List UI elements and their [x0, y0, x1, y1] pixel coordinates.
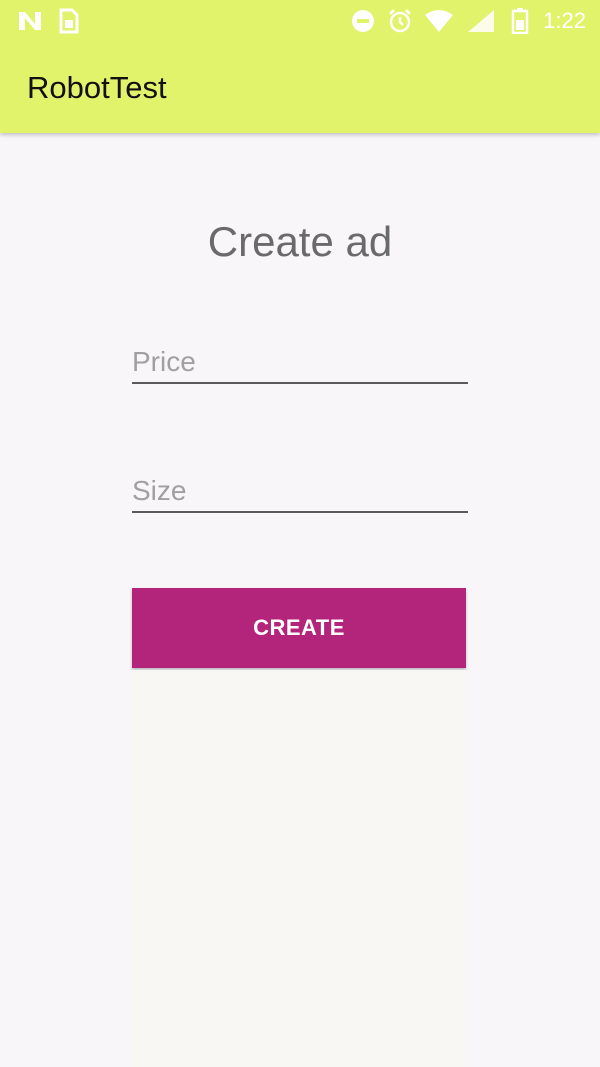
sim-card-icon: [58, 8, 80, 34]
do-not-disturb-icon: [350, 8, 376, 34]
status-time: 1:22: [543, 8, 586, 33]
n-logo-icon: [16, 8, 44, 34]
top-app-area: 1:22 RobotTest: [0, 0, 600, 133]
alarm-clock-icon: [386, 8, 414, 34]
results-panel: [132, 670, 466, 1067]
price-input[interactable]: [132, 342, 468, 384]
wifi-icon: [424, 8, 454, 34]
status-bar: 1:22: [0, 0, 600, 42]
size-input[interactable]: [132, 471, 468, 513]
battery-icon: [510, 8, 530, 34]
create-button[interactable]: CREATE: [132, 588, 466, 668]
app-title: RobotTest: [27, 70, 167, 105]
page-title: Create ad: [207, 218, 393, 265]
signal-icon: [466, 8, 496, 34]
